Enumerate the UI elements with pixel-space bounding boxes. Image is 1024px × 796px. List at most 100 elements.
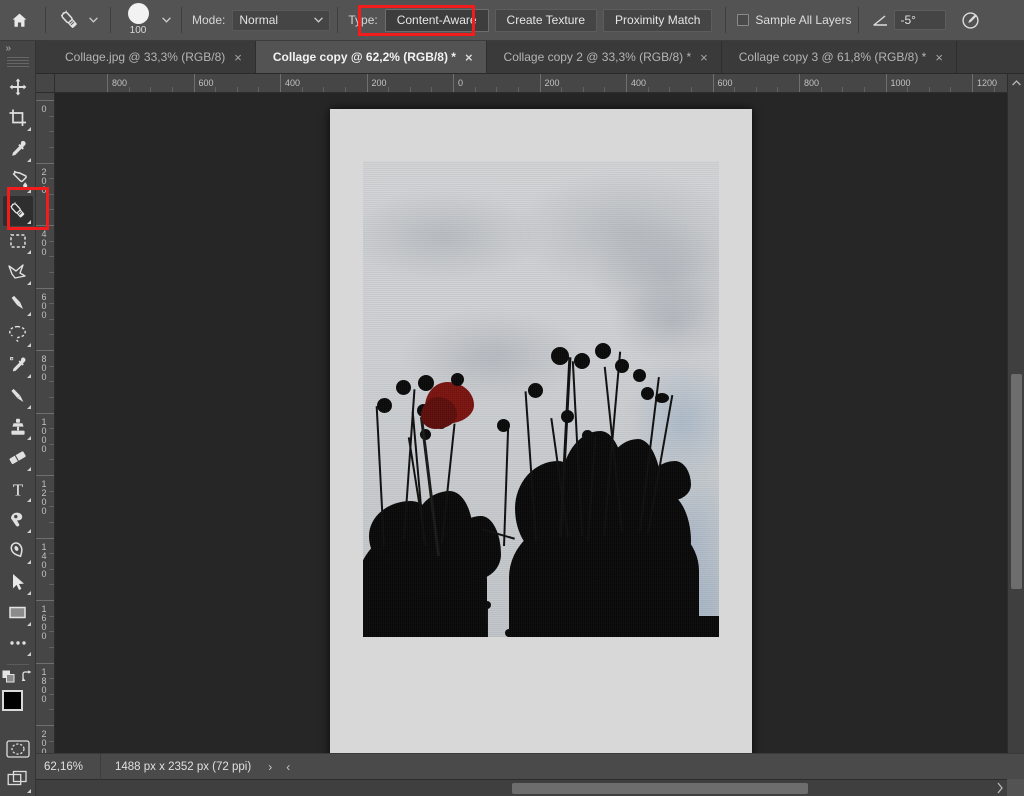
close-icon[interactable]: × <box>234 51 242 64</box>
ruler-label: 800 <box>40 355 48 382</box>
sidebar-item-free-select-tool[interactable] <box>3 257 33 287</box>
color-controls-row <box>1 670 35 688</box>
home-button[interactable] <box>0 0 38 40</box>
flyout-indicator <box>27 652 31 656</box>
sidebar-item-smudge-tool[interactable] <box>3 288 33 318</box>
horizontal-scrollbar-thumb[interactable] <box>512 783 808 794</box>
swap-colors-button[interactable] <box>21 670 34 688</box>
eyedropper-sample-icon <box>8 355 28 375</box>
type-content-aware-button[interactable]: Content-Aware <box>385 9 489 32</box>
sidebar-item-brush-tool[interactable] <box>3 381 33 411</box>
status-expand-button[interactable]: › <box>261 760 279 774</box>
type-proximity-match-button[interactable]: Proximity Match <box>603 9 712 32</box>
document-tab-1[interactable]: Collage copy @ 62,2% (RGB/8) * × <box>256 41 487 73</box>
brush-preset-dropdown[interactable] <box>158 7 174 33</box>
color-swatches[interactable] <box>2 690 34 724</box>
tab-title: Collage copy 3 @ 61,8% (RGB/8) * <box>739 50 927 64</box>
ruler-label: 1800 <box>40 668 48 704</box>
ruler-tick-major <box>36 475 55 476</box>
toolbar-drag-handle[interactable] <box>7 57 29 68</box>
sidebar-item-type-tool[interactable]: T <box>3 474 33 504</box>
ruler-label: 800 <box>112 79 127 88</box>
ruler-label: 200 <box>545 79 560 88</box>
paint-bucket-icon <box>8 170 28 190</box>
horizontal-scrollbar[interactable] <box>36 779 1007 796</box>
screen-mode-button[interactable] <box>3 765 33 795</box>
sidebar-item-crop-tool[interactable] <box>3 103 33 133</box>
close-icon[interactable]: × <box>465 51 473 64</box>
quick-mask-button[interactable] <box>3 734 33 764</box>
sidebar-item-move-tool[interactable] <box>3 72 33 102</box>
ruler-tick-major <box>713 74 714 93</box>
ruler-tick-major <box>36 663 55 664</box>
canvas-area[interactable] <box>55 93 1007 770</box>
ruler-tick-major <box>36 225 55 226</box>
document-tab-2[interactable]: Collage copy 2 @ 33,3% (RGB/8) * × <box>487 41 722 73</box>
sidebar-item-pen-tool[interactable] <box>3 536 33 566</box>
flyout-indicator <box>27 498 31 502</box>
flyout-indicator <box>27 343 31 347</box>
default-colors-button[interactable] <box>2 670 15 688</box>
type-create-texture-button[interactable]: Create Texture <box>495 9 598 32</box>
sidebar-item-path-selection-tool[interactable] <box>3 567 33 597</box>
sidebar-item-rectangular-marquee-tool[interactable] <box>3 227 33 257</box>
sidebar-item-paint-bucket-tool[interactable] <box>3 165 33 195</box>
angle-input[interactable]: -5° <box>894 10 946 30</box>
brush-preset-picker[interactable]: 100 <box>118 1 158 39</box>
photo-image <box>363 161 719 637</box>
ruler-corner[interactable] <box>36 74 55 93</box>
current-tool-preset[interactable] <box>53 6 103 34</box>
ruler-tick-major <box>36 350 55 351</box>
sidebar-item-clone-stamp-tool[interactable] <box>3 412 33 442</box>
sidebar-item-spot-healing-brush-tool[interactable] <box>3 196 33 226</box>
scroll-right-button[interactable] <box>995 781 1005 796</box>
flyout-indicator <box>27 467 31 471</box>
ruler-label: 600 <box>199 79 214 88</box>
ruler-tick-major <box>194 74 195 93</box>
sidebar-item-eraser-tool[interactable] <box>3 443 33 473</box>
sidebar-item-shape-tool[interactable] <box>3 598 33 628</box>
close-icon[interactable]: × <box>935 51 943 64</box>
document-canvas[interactable] <box>330 109 752 770</box>
brush-size-label: 100 <box>130 25 147 36</box>
ellipsis-icon <box>8 639 28 647</box>
sidebar-item-eyedropper-tool[interactable] <box>3 134 33 164</box>
vertical-scrollbar-thumb[interactable] <box>1011 374 1022 589</box>
flyout-indicator <box>27 189 31 193</box>
sidebar-item-lasso-tool[interactable] <box>3 319 33 349</box>
tool-preset-dropdown[interactable] <box>85 7 101 33</box>
sample-all-layers-checkbox[interactable]: Sample All Layers <box>737 13 851 27</box>
status-collapse-button[interactable]: ‹ <box>279 760 297 774</box>
sidebar-item-more-tools[interactable] <box>3 629 33 659</box>
angle-icon <box>866 6 894 34</box>
ruler-tick-major <box>107 74 108 93</box>
horizontal-ruler[interactable]: 8006004002000200400600800100012001400160… <box>55 74 1024 93</box>
ruler-label: 200 <box>40 168 48 195</box>
ruler-tick-major <box>453 74 454 93</box>
document-tab-3[interactable]: Collage copy 3 @ 61,8% (RGB/8) * × <box>722 41 957 73</box>
tools-panel: » <box>0 41 36 796</box>
blend-mode-select[interactable]: Normal <box>232 10 330 31</box>
document-tab-bar: Collage.jpg @ 33,3% (RGB/8) × Collage co… <box>0 41 1024 74</box>
flyout-indicator <box>27 312 31 316</box>
close-icon[interactable]: × <box>700 51 708 64</box>
divider <box>858 7 859 33</box>
tab-title: Collage.jpg @ 33,3% (RGB/8) <box>65 50 225 64</box>
flyout-indicator <box>27 374 31 378</box>
vertical-scrollbar[interactable] <box>1007 74 1024 770</box>
ruler-label: 600 <box>718 79 733 88</box>
zoom-level-input[interactable]: 62,16% <box>36 754 100 779</box>
tab-title: Collage copy 2 @ 33,3% (RGB/8) * <box>504 50 692 64</box>
sidebar-item-dodge-tool[interactable] <box>3 505 33 535</box>
home-icon <box>11 12 28 29</box>
scroll-up-button[interactable] <box>1008 74 1024 91</box>
ruler-label: 1000 <box>40 418 48 454</box>
collapse-toolbar-button[interactable]: » <box>0 41 36 57</box>
vertical-ruler[interactable]: 0200400600800100012001400160018002000220… <box>36 93 55 770</box>
document-tab-0[interactable]: Collage.jpg @ 33,3% (RGB/8) × <box>48 41 256 73</box>
flyout-indicator <box>27 789 31 793</box>
pen-pressure-button[interactable] <box>956 6 984 34</box>
sidebar-item-color-picker-tool[interactable] <box>3 350 33 380</box>
foreground-color-swatch[interactable] <box>2 690 23 711</box>
divider <box>337 7 338 33</box>
